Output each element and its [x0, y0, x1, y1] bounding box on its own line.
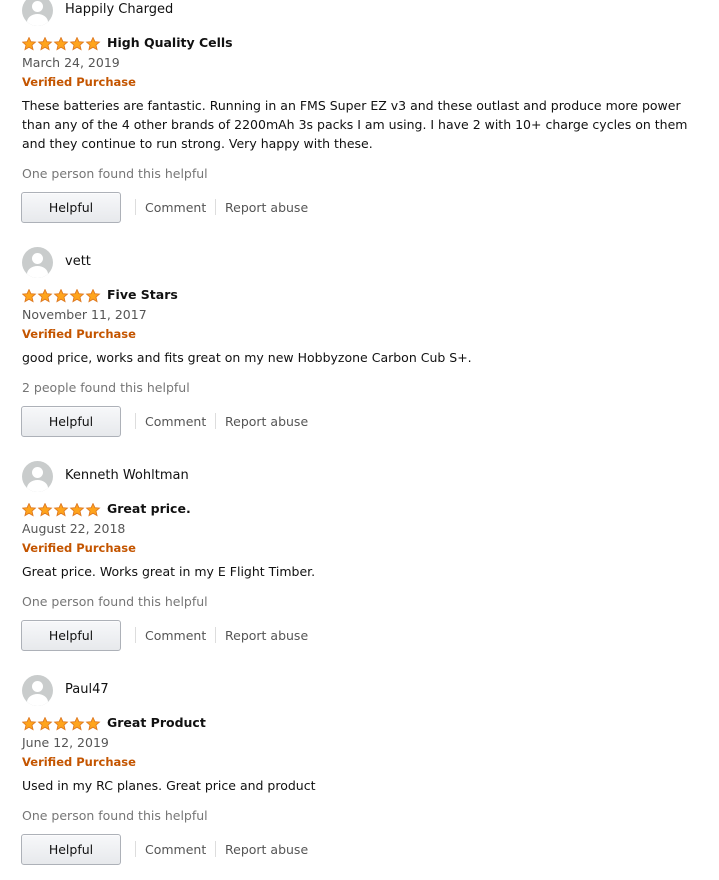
comment-link[interactable]: Comment: [145, 628, 206, 643]
review-body: These batteries are fantastic. Running i…: [22, 98, 688, 151]
divider: [215, 413, 216, 429]
star-icon: [53, 289, 69, 303]
default-avatar-icon: [22, 675, 53, 706]
review-title[interactable]: Great price.: [107, 501, 191, 516]
reviewer-profile[interactable]: vett: [22, 247, 422, 279]
reviewer-name: vett: [65, 254, 91, 269]
star-icon: [22, 37, 37, 51]
star-icon: [69, 717, 85, 731]
star-rating[interactable]: [22, 717, 101, 731]
review-date: March 24, 2019: [22, 55, 120, 70]
review-body: Great price. Works great in my E Flight …: [22, 564, 316, 579]
divider: [135, 627, 136, 643]
review: Kenneth Wohltman Great price. August 22,…: [0, 461, 719, 661]
star-icon: [85, 503, 101, 517]
helpful-button[interactable]: Helpful: [21, 834, 121, 865]
star-icon: [37, 503, 53, 517]
star-icon: [85, 717, 101, 731]
comment-link[interactable]: Comment: [145, 200, 206, 215]
review-title[interactable]: Five Stars: [107, 287, 178, 302]
divider: [135, 199, 136, 215]
star-icon: [85, 289, 101, 303]
review: Happily Charged High Quality Cells March…: [0, 0, 719, 231]
rating-line: Great Product: [22, 715, 702, 732]
star-icon: [53, 503, 69, 517]
default-avatar-icon: [22, 461, 53, 492]
reviewer-profile[interactable]: Paul47: [22, 675, 422, 707]
rating-line: Five Stars: [22, 287, 702, 304]
star-icon: [37, 37, 53, 51]
review-title[interactable]: Great Product: [107, 715, 206, 730]
review-body: Used in my RC planes. Great price and pr…: [22, 778, 316, 793]
reviewer-name: Kenneth Wohltman: [65, 468, 189, 483]
star-icon: [69, 37, 85, 51]
star-icon: [22, 717, 37, 731]
review-body: good price, works and fits great on my n…: [22, 350, 472, 365]
review-date: August 22, 2018: [22, 521, 126, 536]
report-abuse-link[interactable]: Report abuse: [225, 842, 308, 857]
star-icon: [85, 37, 101, 51]
star-rating[interactable]: [22, 289, 101, 303]
report-abuse-link[interactable]: Report abuse: [225, 628, 308, 643]
report-abuse-link[interactable]: Report abuse: [225, 414, 308, 429]
comment-link[interactable]: Comment: [145, 842, 206, 857]
star-rating[interactable]: [22, 503, 101, 517]
rating-line: High Quality Cells: [22, 35, 702, 52]
verified-purchase-badge[interactable]: Verified Purchase: [22, 75, 136, 89]
divider: [215, 841, 216, 857]
reviewer-name: Happily Charged: [65, 2, 174, 17]
review: Paul47 Great Product June 12, 2019 Verif…: [0, 675, 719, 875]
star-icon: [69, 503, 85, 517]
verified-purchase-badge[interactable]: Verified Purchase: [22, 755, 136, 769]
reviewer-name: Paul47: [65, 682, 109, 697]
divider: [135, 841, 136, 857]
divider: [215, 627, 216, 643]
helpful-count: One person found this helpful: [22, 166, 208, 181]
review-date: June 12, 2019: [22, 735, 109, 750]
default-avatar-icon: [22, 247, 53, 278]
review: vett Five Stars November 11, 2017 Verifi…: [0, 247, 719, 447]
divider: [135, 413, 136, 429]
star-rating[interactable]: [22, 37, 101, 51]
helpful-button[interactable]: Helpful: [21, 192, 121, 223]
default-avatar-icon: [22, 0, 53, 26]
reviewer-profile[interactable]: Kenneth Wohltman: [22, 461, 422, 493]
star-icon: [53, 717, 69, 731]
star-icon: [37, 717, 53, 731]
helpful-count: One person found this helpful: [22, 808, 208, 823]
verified-purchase-badge[interactable]: Verified Purchase: [22, 541, 136, 555]
report-abuse-link[interactable]: Report abuse: [225, 200, 308, 215]
helpful-button[interactable]: Helpful: [21, 620, 121, 651]
review-title[interactable]: High Quality Cells: [107, 35, 233, 50]
comment-link[interactable]: Comment: [145, 414, 206, 429]
helpful-count: One person found this helpful: [22, 594, 208, 609]
divider: [215, 199, 216, 215]
star-icon: [22, 503, 37, 517]
star-icon: [69, 289, 85, 303]
reviewer-profile[interactable]: Happily Charged: [22, 0, 422, 27]
review-date: November 11, 2017: [22, 307, 147, 322]
helpful-button[interactable]: Helpful: [21, 406, 121, 437]
rating-line: Great price.: [22, 501, 702, 518]
helpful-count: 2 people found this helpful: [22, 380, 190, 395]
star-icon: [22, 289, 37, 303]
star-icon: [37, 289, 53, 303]
star-icon: [53, 37, 69, 51]
verified-purchase-badge[interactable]: Verified Purchase: [22, 327, 136, 341]
